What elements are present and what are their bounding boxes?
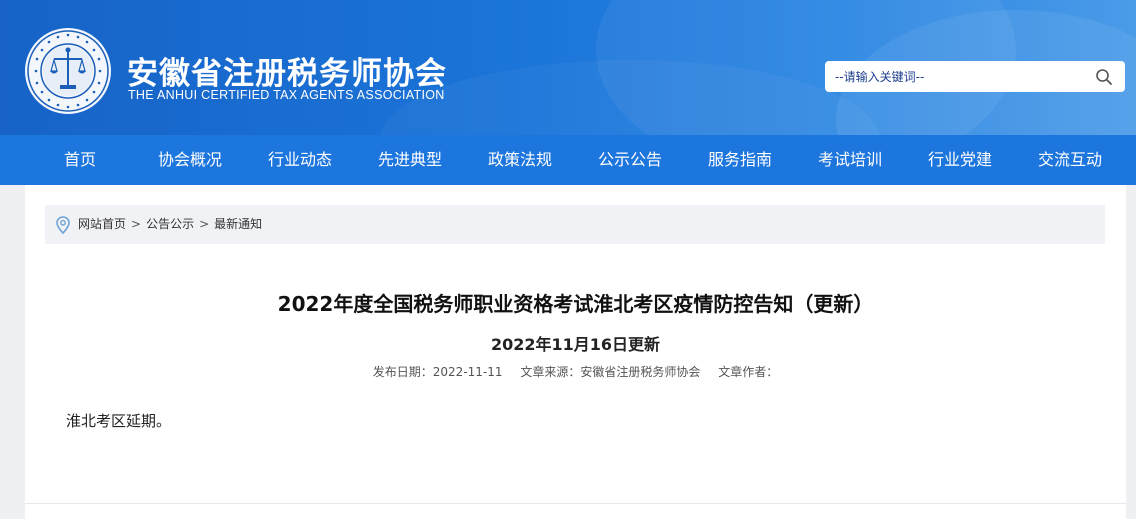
nav-item-about[interactable]: 协会概况 bbox=[135, 135, 245, 185]
nav-item-home[interactable]: 首页 bbox=[25, 135, 135, 185]
nav-item-service-guide[interactable]: 服务指南 bbox=[685, 135, 795, 185]
breadcrumb-separator: > bbox=[199, 217, 210, 231]
breadcrumb-link-announcements[interactable]: 公告公示 bbox=[146, 205, 194, 244]
divider bbox=[25, 503, 1126, 504]
main-nav: 首页 协会概况 行业动态 先进典型 政策法规 公示公告 服务指南 考试培训 行业… bbox=[0, 135, 1136, 185]
association-seal-icon[interactable] bbox=[24, 27, 112, 115]
site-header: 安徽省注册税务师协会 THE ANHUI CERTIFIED TAX AGENT… bbox=[0, 0, 1136, 135]
article-source: 文章来源：安徽省注册税务师协会 bbox=[520, 365, 701, 379]
nav-item-announcements[interactable]: 公示公告 bbox=[575, 135, 685, 185]
breadcrumb-link-home[interactable]: 网站首页 bbox=[78, 205, 126, 244]
nav-item-industry-news[interactable]: 行业动态 bbox=[245, 135, 355, 185]
site-name[interactable]: 安徽省注册税务师协会 bbox=[127, 48, 447, 93]
publish-date: 发布日期：2022-11-11 bbox=[372, 365, 503, 379]
nav-item-party-building[interactable]: 行业党建 bbox=[905, 135, 1015, 185]
breadcrumb: 网站首页 > 公告公示 > 最新通知 bbox=[45, 205, 1105, 244]
location-pin-icon bbox=[56, 216, 70, 234]
article-meta: 发布日期：2022-11-11 文章来源：安徽省注册税务师协会 文章作者： bbox=[25, 363, 1126, 380]
nav-item-exemplars[interactable]: 先进典型 bbox=[355, 135, 465, 185]
nav-item-policies[interactable]: 政策法规 bbox=[465, 135, 575, 185]
content-card: 网站首页 > 公告公示 > 最新通知 2022年度全国税务师职业资格考试淮北考区疫情防控… bbox=[25, 185, 1126, 519]
breadcrumb-link-latest-notices[interactable]: 最新通知 bbox=[214, 205, 262, 244]
search-box bbox=[825, 61, 1125, 92]
article-subtitle: 2022年11月16日更新 bbox=[490, 335, 661, 354]
article-author: 文章作者： bbox=[718, 365, 779, 379]
nav-item-interaction[interactable]: 交流互动 bbox=[1015, 135, 1125, 185]
article-body: 淮北考区延期。 bbox=[66, 412, 172, 430]
search-icon[interactable] bbox=[1095, 68, 1113, 86]
nav-item-exam-training[interactable]: 考试培训 bbox=[795, 135, 905, 185]
article-title: 2022年度全国税务师职业资格考试淮北考区疫情防控告知（更新） bbox=[277, 292, 874, 316]
search-input[interactable] bbox=[825, 61, 1075, 92]
site-name-english: THE ANHUI CERTIFIED TAX AGENTS ASSOCIATI… bbox=[128, 88, 445, 102]
breadcrumb-separator: > bbox=[131, 217, 142, 231]
